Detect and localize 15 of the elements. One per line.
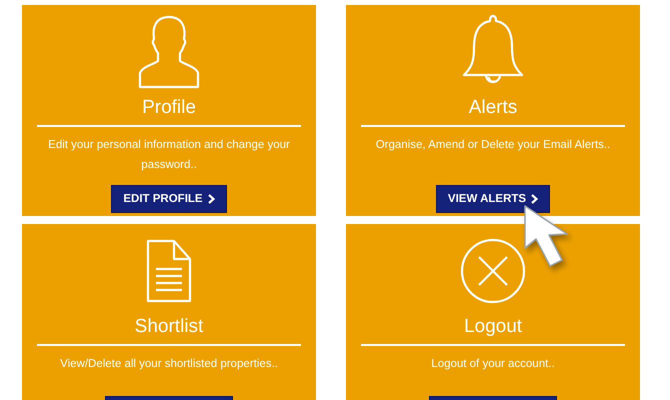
chevron-icon xyxy=(208,194,215,204)
card-title: Shortlist xyxy=(134,316,204,338)
card-button[interactable]: EDIT PROFILE xyxy=(111,185,227,213)
person-icon xyxy=(138,15,200,89)
card-description: View/Delete all your shortlisted properties.. xyxy=(59,357,279,372)
card-description: Organise, Amend or Delete your Email Alerts.. xyxy=(374,138,612,153)
chevron-icon xyxy=(531,194,538,204)
card-title: Alerts xyxy=(468,97,518,119)
card-title: Profile xyxy=(142,97,196,119)
card-button[interactable]: VIEW ALERTS xyxy=(436,185,550,213)
document-icon xyxy=(146,239,192,303)
card-title: Logout xyxy=(464,316,522,338)
close-icon xyxy=(460,238,526,304)
card-description: Edit your personal information and change your password.. xyxy=(47,138,291,173)
card-description: Logout of your account.. xyxy=(430,357,556,372)
